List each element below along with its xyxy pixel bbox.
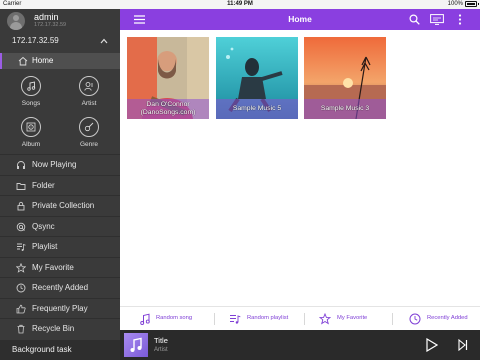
clock: 11:49 PM <box>227 1 253 7</box>
album-card[interactable]: Dan O'Connor (DanoSongs.com) <box>127 37 209 119</box>
sidebar-item-qsync[interactable]: Qsync <box>0 216 120 236</box>
shortcut-artist[interactable]: Artist <box>64 76 114 112</box>
page-title: Home <box>288 14 312 24</box>
top-app-bar: Home <box>120 9 480 30</box>
album-title: Dan O'Connor <box>146 101 190 108</box>
shortcut-label: Artist <box>81 100 97 107</box>
sidebar-item-playlist[interactable]: Playlist <box>0 236 120 256</box>
sidebar-item-label: My Favorite <box>32 263 74 272</box>
clock-icon <box>16 283 26 293</box>
random-song-button[interactable]: Random song <box>120 307 210 331</box>
artist-icon <box>84 82 93 91</box>
home-icon <box>18 56 28 66</box>
sidebar-item-label: Private Collection <box>32 201 95 210</box>
quick-action-label: Recently Added <box>427 315 468 321</box>
now-playing-title: Title <box>154 336 168 345</box>
quick-action-bar: Random song Random playlist My Favorite … <box>120 306 480 330</box>
nas-selector[interactable]: 172.17.32.59 <box>0 34 120 48</box>
recently-added-button[interactable]: Recently Added <box>393 307 480 331</box>
now-playing-artist: Artist <box>154 347 168 353</box>
skip-next-icon[interactable] <box>458 339 468 351</box>
folder-icon <box>16 183 26 190</box>
trash-icon <box>17 324 25 334</box>
status-bar: Carrier 11:49 PM 100% <box>0 0 480 9</box>
shortcut-label: Album <box>21 141 41 148</box>
thumbs-up-icon <box>16 304 26 314</box>
album-caption: Sample Music 3 <box>304 99 386 119</box>
guitar-icon <box>84 122 94 132</box>
mini-player[interactable]: Title Artist <box>120 330 480 360</box>
user-profile[interactable]: admin 172.17.32.59 <box>0 9 120 32</box>
avatar <box>7 12 25 30</box>
shortcut-label: Songs <box>21 100 41 107</box>
album-title: Sample Music 5 <box>232 105 282 112</box>
shortcut-album[interactable]: Album <box>6 117 56 153</box>
background-task-label: Background task <box>12 345 72 354</box>
sidebar-item-frequently-play[interactable]: Frequently Play <box>0 298 120 318</box>
headphones-icon <box>17 161 25 169</box>
playlist-icon <box>230 315 241 324</box>
sidebar-item-label: Recycle Bin <box>32 324 75 333</box>
my-favorite-button[interactable]: My Favorite <box>305 307 395 331</box>
album-card[interactable]: Sample Music 5 <box>216 37 298 119</box>
qsync-icon <box>16 222 26 232</box>
note-icon <box>140 313 150 325</box>
now-playing-artwork <box>124 333 148 357</box>
sidebar-item-recently-added[interactable]: Recently Added <box>0 277 120 297</box>
note-icon <box>130 337 142 352</box>
home-content: Dan O'Connor (DanoSongs.com) Sample Musi… <box>120 30 480 306</box>
sidebar-item-label: Qsync <box>32 222 55 231</box>
quick-action-label: My Favorite <box>337 315 368 321</box>
album-icon <box>26 122 36 132</box>
cast-icon[interactable] <box>430 14 444 25</box>
clock-icon <box>409 313 421 325</box>
sidebar-item-label: Recently Added <box>32 283 89 292</box>
sidebar: admin 172.17.32.59 172.17.32.59 Home Son… <box>0 9 120 360</box>
nas-ip: 172.17.32.59 <box>12 36 59 45</box>
random-playlist-button[interactable]: Random playlist <box>215 307 305 331</box>
sidebar-item-now-playing[interactable]: Now Playing <box>0 154 120 174</box>
album-caption: Sample Music 5 <box>216 99 298 119</box>
battery-icon <box>465 1 479 7</box>
shortcut-songs[interactable]: Songs <box>6 76 56 112</box>
battery-percent: 100% <box>447 1 463 7</box>
user-ip: 172.17.32.59 <box>34 22 67 28</box>
album-subtitle: (DanoSongs.com) <box>140 109 196 116</box>
lock-icon <box>17 201 25 211</box>
sidebar-item-label: Playlist <box>32 242 58 251</box>
more-vertical-icon[interactable] <box>458 14 462 25</box>
album-title: Sample Music 3 <box>320 105 370 112</box>
star-icon <box>16 263 26 273</box>
quick-action-label: Random playlist <box>247 315 289 321</box>
sidebar-item-folder[interactable]: Folder <box>0 175 120 195</box>
play-icon[interactable] <box>426 338 438 352</box>
sidebar-item-home[interactable]: Home <box>0 53 120 69</box>
playlist-icon <box>17 243 26 251</box>
sidebar-item-label: Folder <box>32 181 55 190</box>
shortcut-label: Genre <box>79 141 99 148</box>
sidebar-item-private-collection[interactable]: Private Collection <box>0 195 120 215</box>
sidebar-item-label: Home <box>32 56 54 65</box>
album-caption: Dan O'Connor (DanoSongs.com) <box>127 99 209 119</box>
search-icon[interactable] <box>409 14 420 25</box>
album-card[interactable]: Sample Music 3 <box>304 37 386 119</box>
sidebar-item-my-favorite[interactable]: My Favorite <box>0 257 120 277</box>
app-root: Carrier 11:49 PM 100% admin 172.17.32.59… <box>0 0 480 360</box>
sidebar-item-recycle-bin[interactable]: Recycle Bin <box>0 318 120 338</box>
shortcut-genre[interactable]: Genre <box>64 117 114 153</box>
sidebar-item-label: Now Playing <box>32 160 77 169</box>
star-icon <box>319 313 331 325</box>
user-name: admin <box>34 12 59 22</box>
sidebar-item-label: Frequently Play <box>32 304 88 313</box>
battery-indicator: 100% <box>447 1 479 7</box>
quick-action-label: Random song <box>156 315 193 321</box>
note-icon <box>27 81 36 91</box>
background-task-button[interactable]: Background task <box>0 340 120 360</box>
chevron-up-icon <box>100 38 108 44</box>
